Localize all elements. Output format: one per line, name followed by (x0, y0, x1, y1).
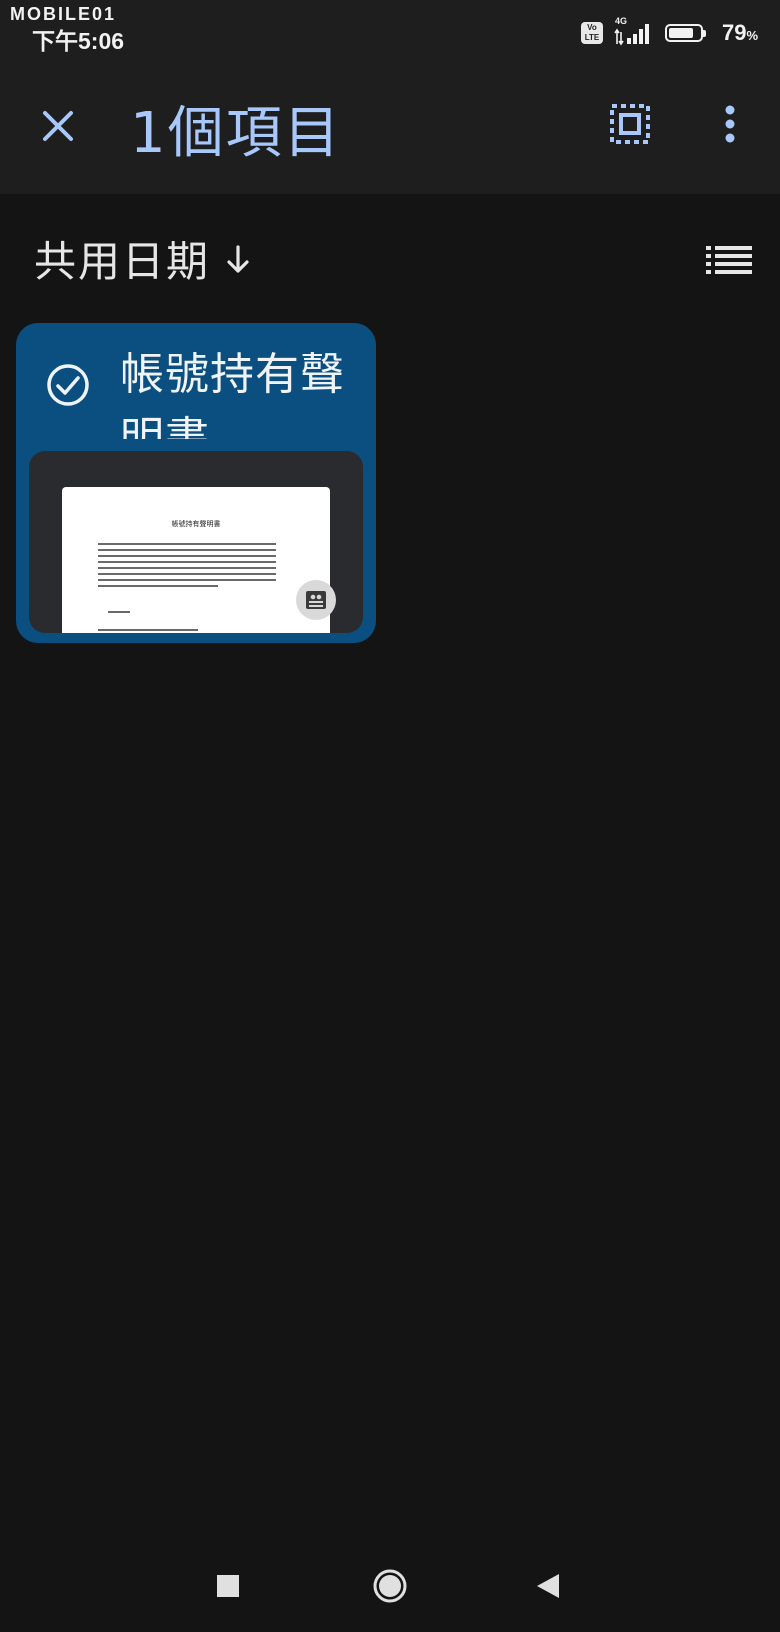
sort-label: 共用日期 (34, 237, 211, 286)
list-view-icon[interactable] (704, 240, 754, 280)
arrow-down-icon (227, 244, 249, 273)
back-button[interactable] (520, 1558, 576, 1614)
battery-percent: 79% (721, 20, 758, 45)
screen: MOBILE01 下午5:06 Vo LTE 4G 79% 1個項目 共用日期 … (0, 0, 780, 1632)
network-type: 4G (614, 16, 627, 26)
volte-icon: Vo LTE (580, 22, 603, 44)
close-icon (43, 111, 73, 141)
check-circle-icon (47, 364, 89, 406)
status-bar: MOBILE01 下午5:06 Vo LTE 4G 79% (0, 0, 780, 66)
select-all-button[interactable] (598, 92, 662, 156)
close-selection-button[interactable] (26, 94, 90, 158)
battery-icon (664, 24, 706, 42)
shared-drive-badge (296, 580, 336, 620)
file-name: 帳號持有聲明書 (120, 349, 345, 439)
selection-count-title: 1個項目 (130, 101, 342, 166)
document-page-preview: 帳號持有聲明書 (62, 487, 330, 633)
shared-drive-icon (306, 591, 326, 609)
volte-bottom-label: LTE (584, 33, 600, 42)
sort-control[interactable]: 共用日期 (34, 228, 252, 289)
recents-button[interactable] (200, 1558, 256, 1614)
document-heading: 帳號持有聲明書 (171, 520, 221, 528)
home-button[interactable] (362, 1558, 418, 1614)
back-icon (537, 1574, 559, 1598)
selection-app-bar: 1個項目 (0, 66, 780, 194)
status-time: 下午5:06 (32, 28, 125, 54)
system-nav-bar (0, 1540, 780, 1632)
volte-top-label: Vo (587, 23, 597, 32)
home-icon (373, 1569, 407, 1603)
select-all-icon (610, 104, 650, 144)
more-vert-icon (725, 105, 735, 143)
status-indicators: Vo LTE 4G 79% (580, 16, 758, 46)
more-options-button[interactable] (698, 92, 762, 156)
recents-icon (217, 1575, 239, 1597)
signal-icon: 4G (613, 16, 655, 46)
